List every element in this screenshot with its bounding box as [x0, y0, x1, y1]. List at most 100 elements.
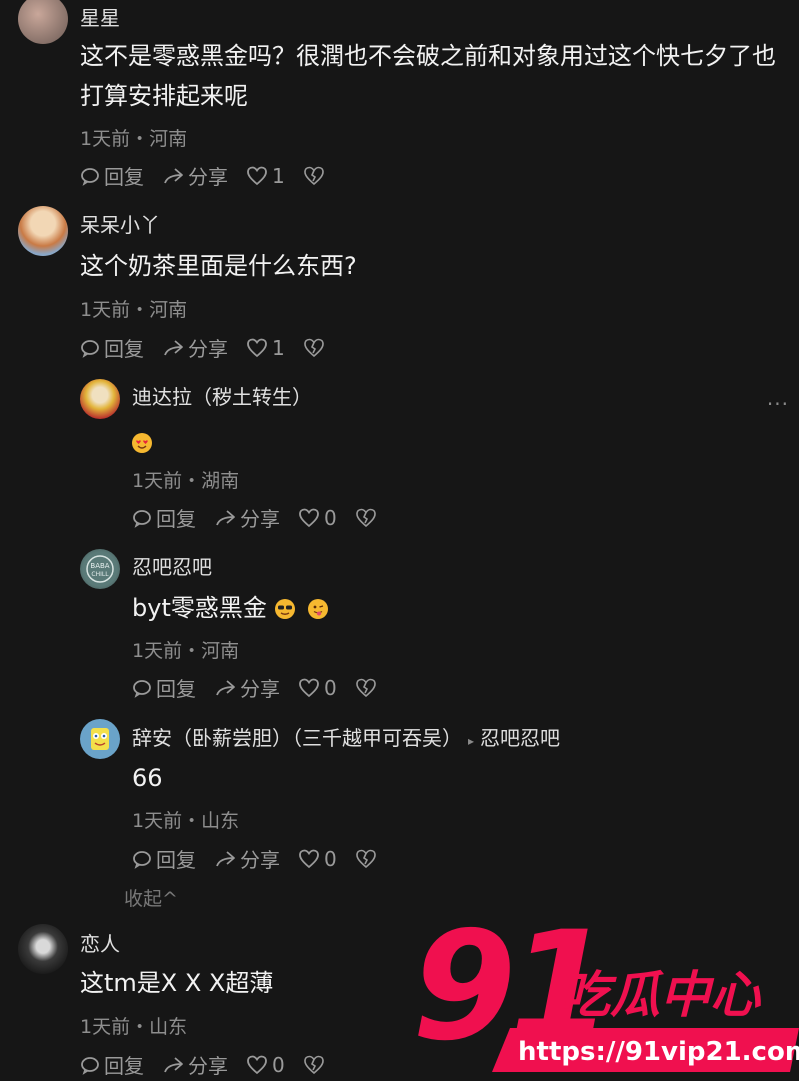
comment-text: byt零惑黑金	[132, 588, 329, 628]
dislike-button[interactable]	[355, 678, 381, 698]
share-arrow-icon	[164, 167, 183, 183]
reply-button[interactable]: 回复	[80, 1050, 144, 1079]
heart-icon	[247, 338, 267, 357]
dislike-button[interactable]	[355, 849, 381, 869]
comment-meta: 1天前・河南	[80, 128, 188, 150]
reply-button[interactable]: 回复	[80, 161, 144, 190]
comment-text: 这不是零惑黑金吗？很潤也不会破之前和对象用过这个快七夕了也打算安排起来呢	[80, 42, 776, 110]
watermark-url: https://91vip21.com	[518, 1037, 799, 1067]
comment-username: 辞安（卧薪尝胆）（三千越甲可吞吴） ▸ 忍吧忍吧	[132, 722, 560, 751]
reply-label: 回复	[156, 677, 196, 701]
like-button[interactable]: 1	[246, 336, 285, 360]
comment-text: 这个奶茶里面是什么东西?	[80, 252, 357, 280]
comment-actions: 回复 分享 1	[80, 161, 347, 190]
heart-icon	[299, 849, 319, 868]
comment-text	[132, 422, 152, 462]
broken-heart-icon	[303, 338, 324, 357]
avatar[interactable]	[80, 719, 120, 759]
like-button[interactable]: 0	[298, 847, 337, 871]
share-button[interactable]: 分享	[162, 333, 228, 362]
share-arrow-icon	[216, 850, 235, 866]
avatar[interactable]	[18, 0, 68, 44]
share-label: 分享	[188, 1054, 228, 1078]
comment-bubble-icon	[133, 509, 151, 528]
share-arrow-icon	[216, 509, 235, 525]
watermark-brand: 吃瓜中心	[560, 966, 762, 1024]
comment-text: 这tm是X X X超薄	[80, 969, 274, 997]
share-arrow-icon	[164, 339, 183, 355]
svg-text:BABA: BABA	[90, 562, 109, 570]
comment-bubble-icon	[81, 339, 99, 358]
heart-icon	[247, 1055, 267, 1074]
dislike-button[interactable]	[303, 166, 329, 186]
like-button[interactable]: 0	[298, 506, 337, 530]
share-arrow-icon	[216, 679, 235, 695]
heart-icon	[299, 508, 319, 527]
comment-meta: 1天前・河南	[132, 640, 240, 662]
broken-heart-icon	[355, 849, 376, 868]
sunglasses-emoji-icon	[274, 599, 295, 619]
comment-bubble-icon	[81, 167, 99, 186]
broken-heart-icon	[303, 1055, 324, 1074]
share-arrow-icon	[164, 1056, 183, 1072]
reply-label: 回复	[156, 848, 196, 872]
heart-icon	[299, 678, 319, 697]
share-button[interactable]: 分享	[214, 673, 280, 702]
share-label: 分享	[240, 677, 280, 701]
collapse-replies-button[interactable]: 收起^	[124, 884, 178, 911]
wink-tongue-emoji-icon	[308, 599, 329, 619]
comment-actions: 回复 分享 0	[132, 673, 399, 702]
share-button[interactable]: 分享	[214, 503, 280, 532]
reply-author[interactable]: 辞安（卧薪尝胆）（三千越甲可吞吴）	[132, 726, 462, 750]
broken-heart-icon	[303, 166, 324, 185]
like-button[interactable]: 0	[298, 676, 337, 700]
avatar[interactable]	[18, 206, 68, 256]
comment-username[interactable]: 忍吧忍吧	[132, 551, 212, 580]
comment-username[interactable]: 恋人	[80, 928, 120, 957]
reply-button[interactable]: 回复	[132, 503, 196, 532]
share-button[interactable]: 分享	[162, 161, 228, 190]
avatar[interactable]	[80, 379, 120, 419]
more-options-icon[interactable]: ···	[767, 392, 789, 416]
reply-label: 回复	[104, 337, 144, 361]
svg-text:CHILL: CHILL	[91, 571, 109, 578]
like-button[interactable]: 1	[246, 164, 285, 188]
reply-button[interactable]: 回复	[80, 333, 144, 362]
share-label: 分享	[240, 848, 280, 872]
comment-username[interactable]: 呆呆小丫	[80, 209, 160, 238]
comment-username[interactable]: 星星	[80, 2, 120, 31]
reply-target[interactable]: 忍吧忍吧	[480, 726, 560, 750]
like-count: 0	[324, 505, 337, 530]
comment-username[interactable]: 迪达拉（秽土转生）	[132, 381, 312, 410]
comment-meta: 1天前・山东	[80, 1016, 188, 1038]
share-button[interactable]: 分享	[214, 844, 280, 873]
avatar[interactable]	[18, 924, 68, 974]
reply-button[interactable]: 回复	[132, 844, 196, 873]
like-count: 0	[324, 675, 337, 700]
share-label: 分享	[188, 165, 228, 189]
comment-text-content: byt零惑黑金	[132, 594, 267, 622]
reply-label: 回复	[104, 165, 144, 189]
comment-actions: 回复 分享 0	[132, 503, 399, 532]
dislike-button[interactable]	[303, 338, 329, 358]
broken-heart-icon	[355, 678, 376, 697]
reply-button[interactable]: 回复	[132, 673, 196, 702]
comment-bubble-icon	[133, 850, 151, 869]
comment-meta: 1天前・河南	[80, 299, 188, 321]
comment-text: 66	[132, 764, 163, 792]
like-button[interactable]: 0	[246, 1053, 285, 1077]
avatar[interactable]: BABA CHILL	[80, 549, 120, 589]
like-count: 1	[272, 335, 285, 360]
share-label: 分享	[240, 507, 280, 531]
comment-bubble-icon	[133, 679, 151, 698]
comment-actions: 回复 分享 0	[80, 1050, 347, 1079]
reply-label: 回复	[104, 1054, 144, 1078]
broken-heart-icon	[355, 508, 376, 527]
share-button[interactable]: 分享	[162, 1050, 228, 1079]
dislike-button[interactable]	[303, 1055, 329, 1075]
reply-to-arrow-icon: ▸	[468, 734, 475, 748]
share-label: 分享	[188, 337, 228, 361]
dislike-button[interactable]	[355, 508, 381, 528]
comment-actions: 回复 分享 0	[132, 844, 399, 873]
heart-icon	[247, 166, 267, 185]
